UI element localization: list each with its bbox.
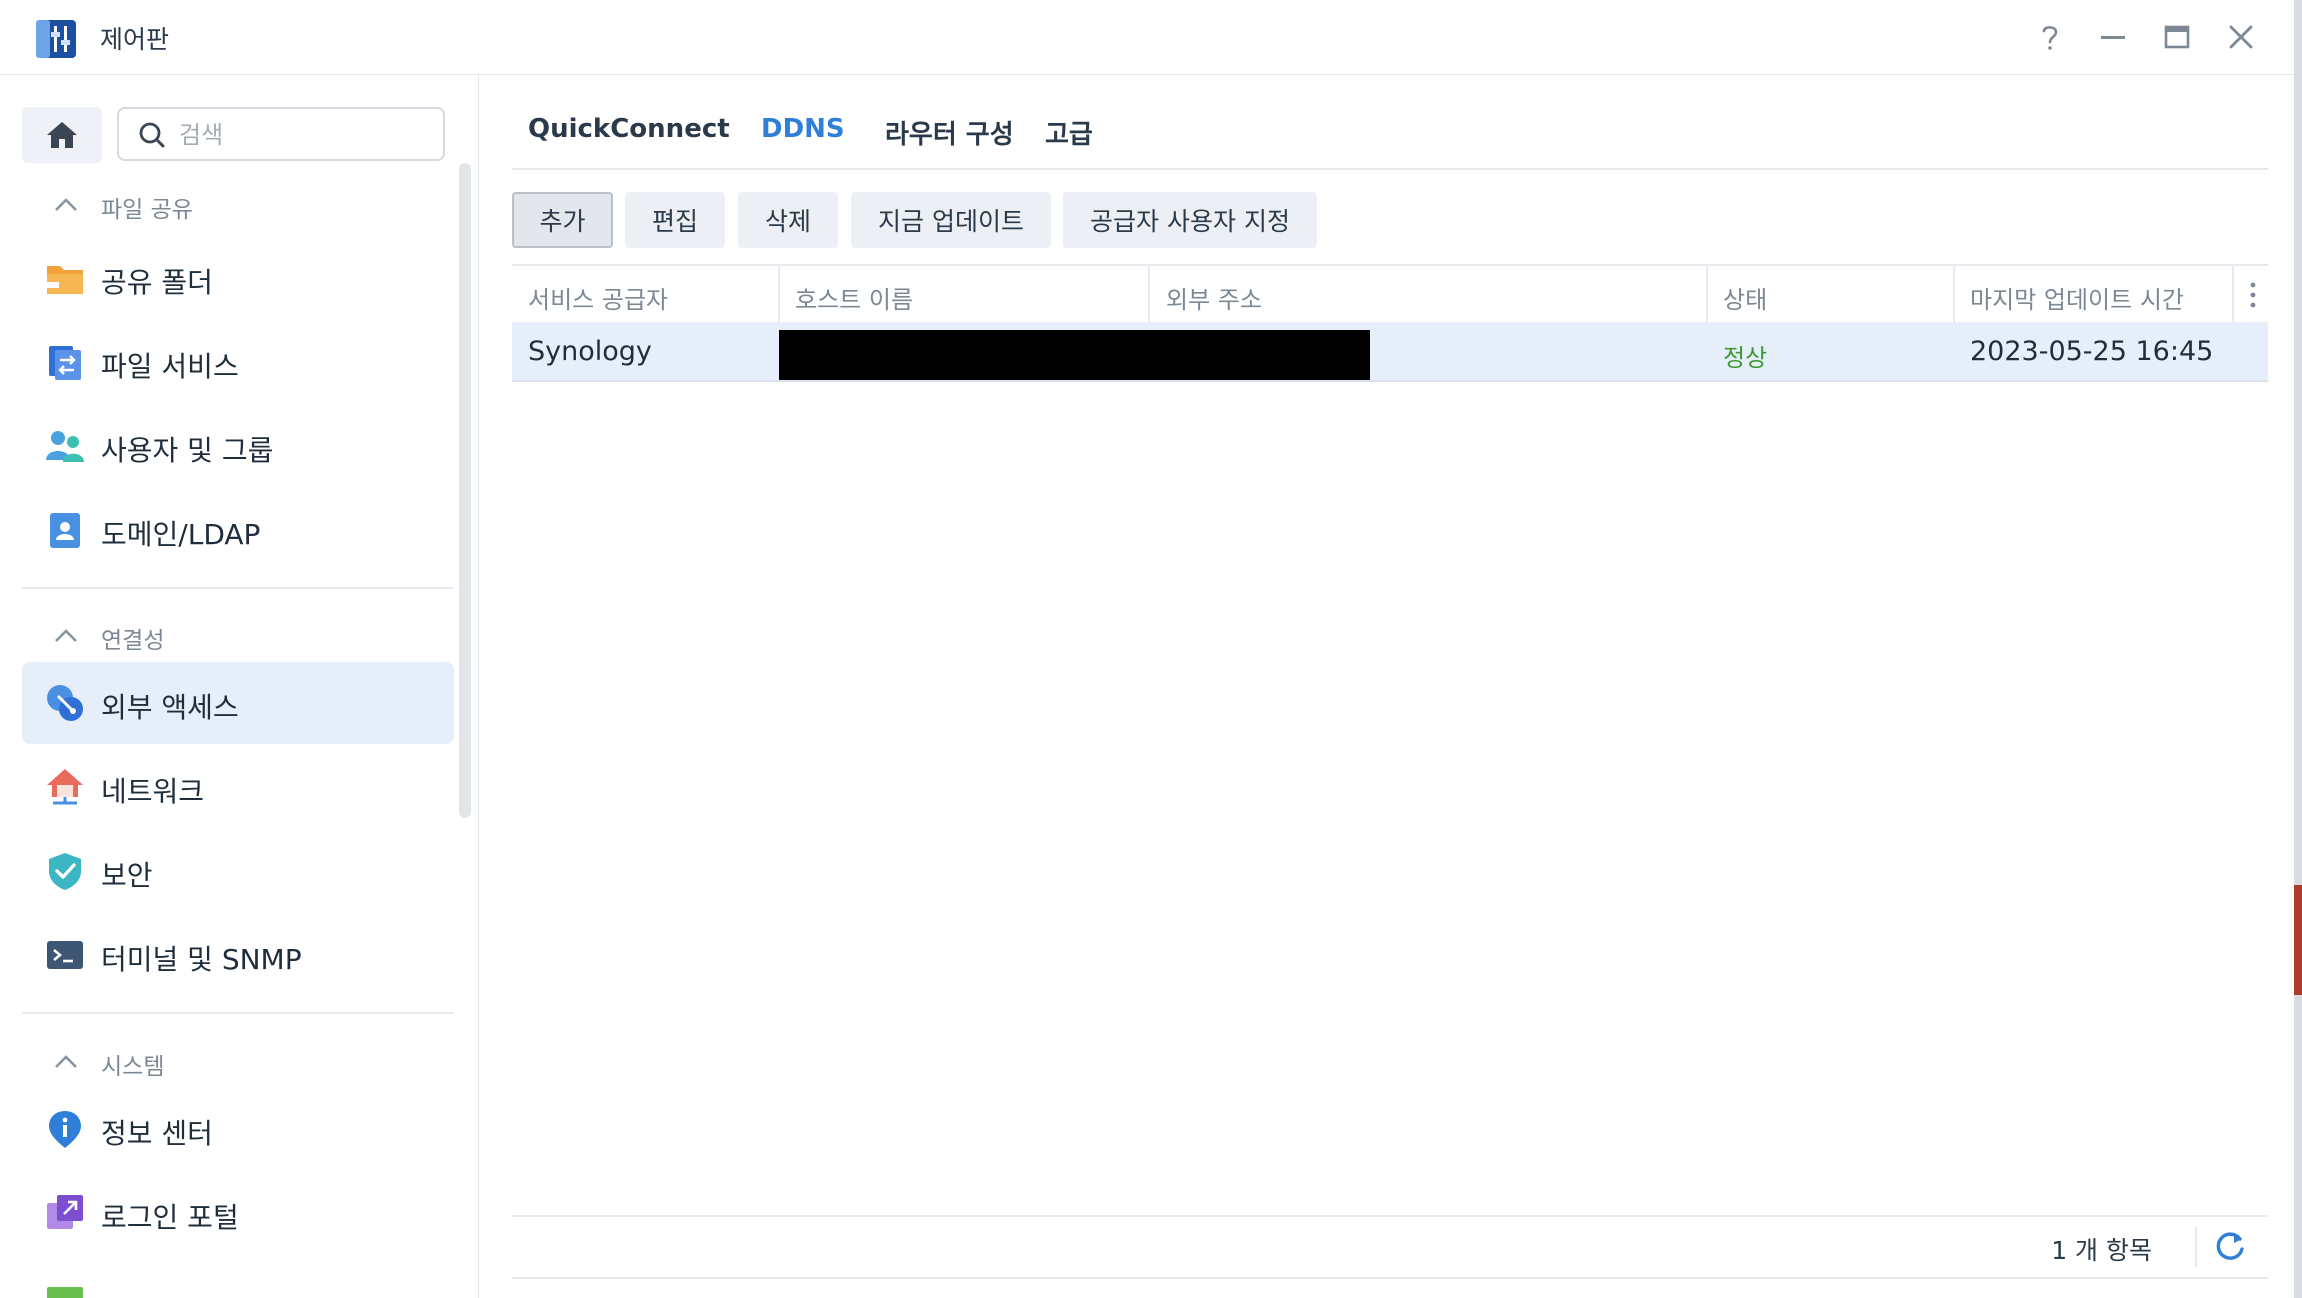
info-center-icon (49, 1111, 81, 1148)
sidebar-item-shared-folder[interactable]: 공유 폴더 (22, 237, 454, 319)
table-header: 서비스 공급자 호스트 이름 외부 주소 상태 마지막 업데이트 시간 (512, 264, 2268, 326)
sidebar-item-partial[interactable] (22, 1256, 454, 1298)
sidebar-item-label: 사용자 및 그룹 (101, 434, 274, 467)
close-icon (2229, 25, 2253, 49)
tab-router-config[interactable]: 라우터 구성 (885, 114, 1014, 151)
refresh-icon[interactable] (2212, 1229, 2248, 1265)
sidebar-item-login-portal[interactable]: 로그인 포털 (22, 1172, 454, 1254)
login-portal-icon (47, 1195, 83, 1229)
domain-ldap-icon (50, 513, 80, 548)
sidebar-item-info-center[interactable]: 정보 센터 (22, 1088, 454, 1170)
group-header-file-sharing[interactable]: 파일 공유 (0, 180, 450, 230)
sidebar-item-network[interactable]: 네트워크 (22, 746, 454, 828)
sidebar-item-file-services[interactable]: 파일 서비스 (22, 321, 454, 403)
group-header-connectivity[interactable]: 연결성 (0, 611, 450, 661)
update-now-button[interactable]: 지금 업데이트 (851, 192, 1051, 248)
tab-quickconnect[interactable]: QuickConnect (528, 114, 730, 144)
table-row[interactable]: Synology 정상 2023-05-25 16:45 (512, 322, 2268, 382)
sidebar-item-domain-ldap[interactable]: 도메인/LDAP (22, 489, 454, 571)
redacted-block (779, 330, 1370, 380)
group-header-system[interactable]: 시스템 (0, 1037, 450, 1087)
column-header-last-update[interactable]: 마지막 업데이트 시간 (1970, 280, 2184, 315)
shared-folder-icon (47, 266, 83, 294)
minimize-icon (2101, 36, 2125, 39)
sidebar-item-users-groups[interactable]: 사용자 및 그룹 (22, 405, 454, 487)
table-footer: 1 개 항목 (512, 1215, 2268, 1279)
sidebar: 파일 공유 공유 폴더 파일 서비스 (0, 75, 479, 1298)
sidebar-item-label: 네트워크 (101, 775, 205, 808)
search-box[interactable] (117, 107, 445, 161)
sidebar-item-label: 파일 서비스 (101, 350, 239, 383)
sidebar-item-label: 정보 센터 (101, 1117, 213, 1150)
control-panel-icon (36, 20, 76, 58)
users-groups-icon (46, 431, 84, 462)
edit-button[interactable]: 편집 (625, 192, 725, 248)
column-menu-icon[interactable] (2238, 274, 2268, 316)
chevron-up-icon (55, 198, 77, 211)
column-header-hostname[interactable]: 호스트 이름 (795, 280, 913, 315)
customize-provider-button[interactable]: 공급자 사용자 지정 (1063, 192, 1317, 248)
sidebar-item-terminal-snmp[interactable]: 터미널 및 SNMP (22, 914, 454, 996)
terminal-icon (47, 941, 83, 969)
maximize-icon (2164, 25, 2190, 49)
network-icon (47, 769, 83, 805)
sidebar-item-external-access[interactable]: 외부 액세스 (22, 662, 454, 744)
security-shield-icon (49, 853, 81, 890)
group-label: 파일 공유 (101, 197, 193, 223)
home-icon (47, 122, 77, 148)
sidebar-item-label: 공유 폴더 (101, 266, 213, 299)
help-button[interactable] (2026, 14, 2074, 60)
group-label: 연결성 (101, 628, 165, 654)
home-button[interactable] (22, 107, 102, 163)
close-button[interactable] (2217, 14, 2265, 60)
partial-item-icon (47, 1287, 83, 1298)
file-services-icon (49, 346, 81, 380)
delete-button[interactable]: 삭제 (738, 192, 838, 248)
sidebar-item-label: 도메인/LDAP (101, 518, 261, 551)
group-label: 시스템 (101, 1054, 165, 1080)
sidebar-item-label: 터미널 및 SNMP (101, 943, 302, 976)
search-icon (139, 122, 165, 148)
cell-status: 정상 (1723, 344, 1768, 372)
background-window-edge (2294, 0, 2302, 1298)
sidebar-divider (22, 1012, 454, 1014)
tab-advanced[interactable]: 고급 (1045, 114, 1093, 151)
control-panel-window: 제어판 검색 파일 공유 공유 폴더 파일 서비스 사용자 및 그룹 도메인/L… (0, 0, 2302, 1298)
sidebar-item-label: 외부 액세스 (101, 691, 239, 724)
sidebar-item-label: 보안 (101, 859, 153, 892)
search-input[interactable] (177, 117, 431, 153)
column-header-external-address[interactable]: 외부 주소 (1166, 280, 1262, 315)
item-count: 1 개 항목 (2051, 1236, 2152, 1265)
sidebar-scrollbar[interactable] (459, 163, 471, 818)
add-button[interactable]: 추가 (512, 192, 613, 248)
chevron-up-icon (55, 1055, 77, 1068)
sidebar-item-security[interactable]: 보안 (22, 830, 454, 912)
cell-last-update: 2023-05-25 16:45 (1970, 336, 2214, 367)
chevron-up-icon (55, 629, 77, 642)
title-bar: 제어판 (0, 0, 2302, 75)
window-title: 제어판 (100, 25, 170, 54)
minimize-button[interactable] (2089, 14, 2137, 60)
maximize-button[interactable] (2153, 14, 2201, 60)
sidebar-divider (22, 587, 454, 589)
column-header-provider[interactable]: 서비스 공급자 (528, 280, 668, 315)
tab-bar: QuickConnect DDNS 라우터 구성 고급 (512, 100, 2268, 170)
sidebar-item-label: 로그인 포털 (101, 1201, 239, 1234)
external-access-icon (47, 685, 83, 721)
column-header-status[interactable]: 상태 (1723, 280, 1767, 315)
tab-ddns[interactable]: DDNS (761, 114, 845, 144)
cell-provider: Synology (528, 336, 652, 367)
help-icon (2042, 26, 2058, 50)
